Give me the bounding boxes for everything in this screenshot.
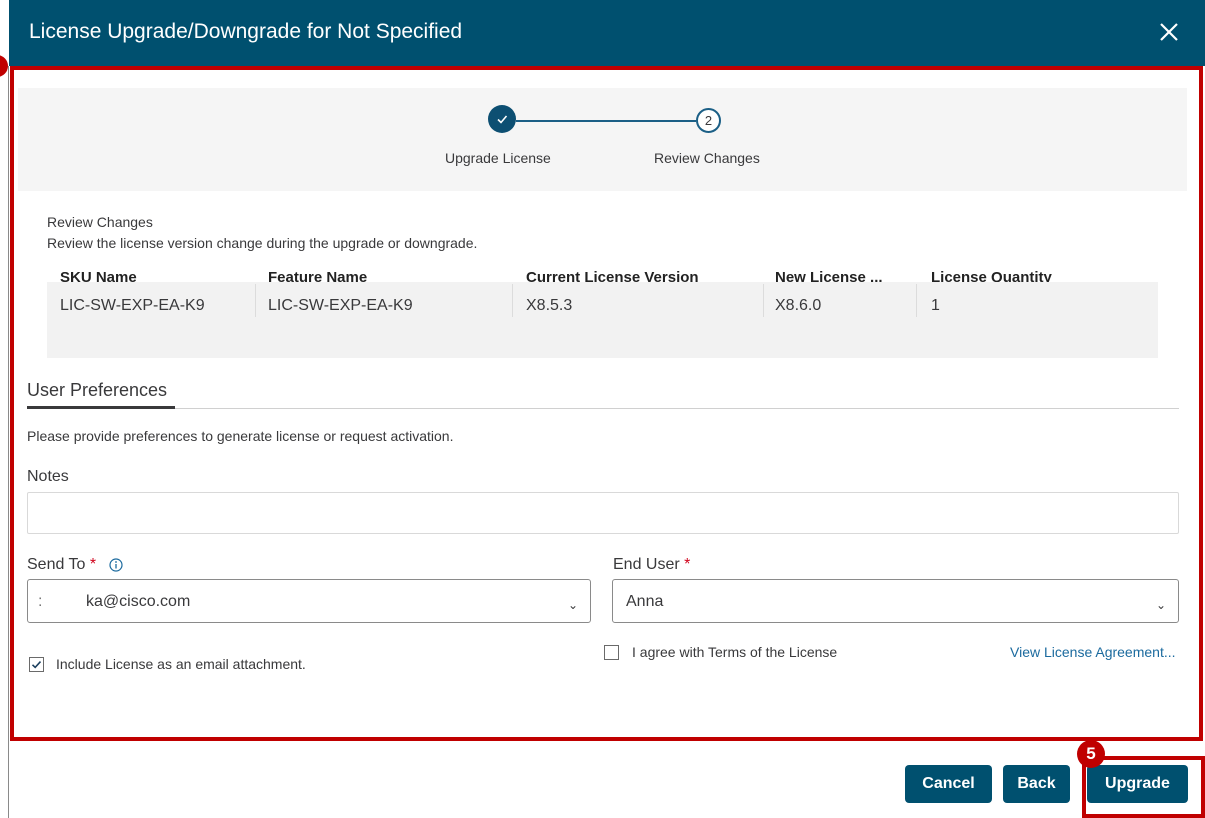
dialog-title: License Upgrade/Downgrade for Not Specif…	[29, 20, 463, 43]
back-button[interactable]: Back	[1003, 765, 1070, 803]
cancel-button[interactable]: Cancel	[905, 765, 992, 803]
annotation-badge-5: 5	[1077, 740, 1105, 768]
annotation-highlight-box-5	[1082, 756, 1205, 818]
dialog-left-border	[8, 66, 9, 818]
close-icon[interactable]	[1155, 18, 1183, 46]
dialog-header: License Upgrade/Downgrade for Not Specif…	[9, 0, 1205, 66]
annotation-highlight-box-4	[10, 66, 1203, 741]
annotation-badge-4	[0, 55, 8, 77]
